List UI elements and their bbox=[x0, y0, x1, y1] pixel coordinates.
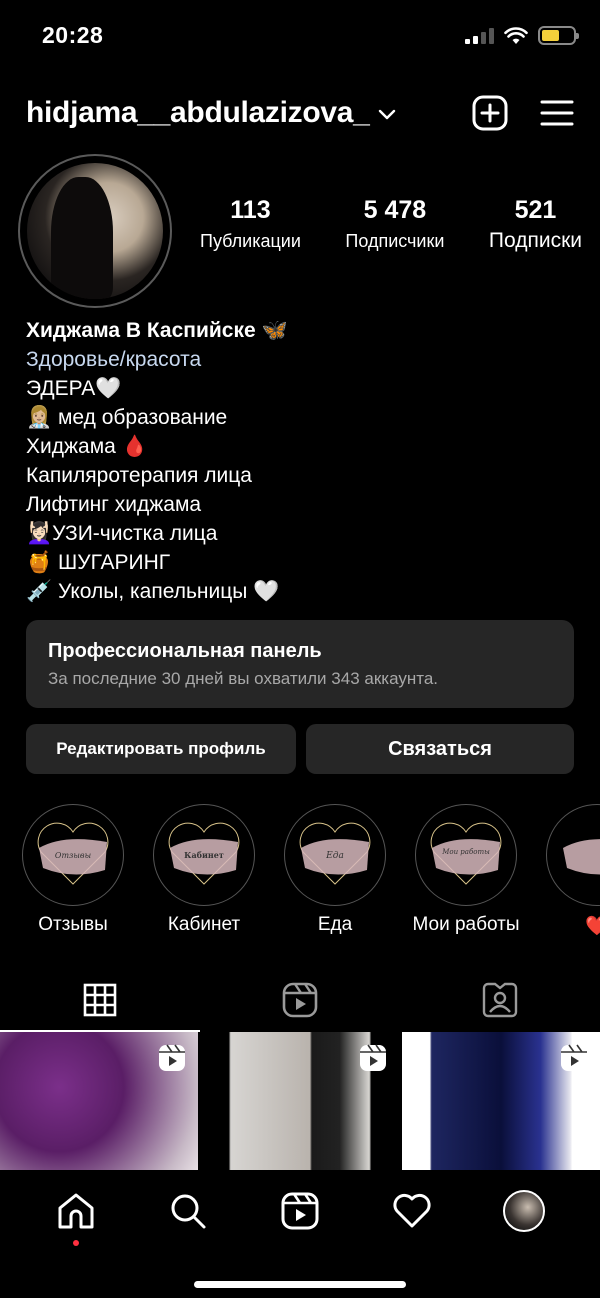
bio-line: 💆🏻‍♀️УЗИ-чистка лица bbox=[26, 522, 218, 545]
bio-line: Лифтинг хиджама bbox=[26, 493, 202, 516]
svg-text:Мои работы: Мои работы bbox=[441, 848, 490, 856]
new-post-icon[interactable] bbox=[472, 95, 508, 131]
highlight-label: Кабинет bbox=[167, 914, 241, 935]
post-thumbnail[interactable] bbox=[0, 1032, 198, 1170]
highlight-my-works[interactable]: Мои работы Мои работы bbox=[411, 804, 521, 936]
following-label: Подписки bbox=[488, 229, 582, 252]
heart-brush-cover-icon: Отзывы bbox=[37, 822, 109, 885]
search-icon bbox=[171, 1194, 206, 1229]
profile-header: hidjama__abdulazizova_ bbox=[26, 88, 574, 138]
followers-count: 5 478 bbox=[363, 196, 427, 224]
stat-posts[interactable]: 113 Публикации bbox=[200, 196, 301, 253]
reel-badge-icon bbox=[159, 1044, 185, 1071]
profile-tabs bbox=[0, 968, 600, 1032]
edit-profile-button[interactable]: Редактировать профиль bbox=[26, 724, 296, 774]
profile-actions: Редактировать профиль Связаться bbox=[26, 724, 574, 774]
username[interactable]: hidjama__abdulazizova_ bbox=[26, 96, 370, 130]
post-thumbnail[interactable] bbox=[201, 1032, 399, 1170]
post-thumbnail[interactable] bbox=[402, 1032, 600, 1170]
avatar-image bbox=[27, 163, 163, 299]
nav-home[interactable] bbox=[46, 1192, 106, 1246]
wifi-icon bbox=[504, 26, 528, 44]
highlight-heart[interactable]: ❤️ bbox=[542, 804, 600, 938]
bottom-navigation bbox=[0, 1170, 600, 1298]
following-count: 521 bbox=[514, 196, 557, 224]
stat-followers[interactable]: 5 478 Подписчики bbox=[345, 196, 444, 253]
cellular-signal-icon bbox=[465, 27, 494, 44]
bio-line: Капиляротерапия лица bbox=[26, 464, 252, 487]
display-name: Хиджама В Каспийске 🦋 bbox=[26, 319, 288, 342]
tab-posts-grid[interactable] bbox=[0, 968, 200, 1032]
profile-stats: 113 Публикации 5 478 Подписчики 521 Подп… bbox=[200, 196, 582, 253]
battery-icon bbox=[538, 26, 579, 45]
posts-count: 113 bbox=[230, 196, 271, 224]
bio-line: ЭДЕРА🤍 bbox=[26, 377, 122, 400]
bio-line: 🍯 ШУГАРИНГ bbox=[26, 551, 171, 574]
highlight-label: Мои работы bbox=[412, 914, 520, 935]
reels-icon bbox=[281, 1192, 319, 1230]
profile-bio: Хиджама В Каспийске 🦋 Здоровье/красота Э… bbox=[26, 316, 586, 606]
tab-tagged[interactable] bbox=[400, 968, 600, 1032]
tagged-person-icon bbox=[482, 982, 518, 1018]
heart-brush-cover-icon: Мои работы bbox=[430, 822, 502, 885]
bio-line: 💉 Уколы, капельницы 🤍 bbox=[26, 580, 280, 603]
home-indicator bbox=[194, 1281, 406, 1288]
highlight-label: Отзывы bbox=[38, 914, 108, 935]
grid-icon bbox=[83, 983, 117, 1017]
heart-icon bbox=[393, 1193, 431, 1228]
status-bar: 20:28 bbox=[0, 0, 600, 70]
notification-dot bbox=[73, 1240, 79, 1246]
chevron-down-icon[interactable] bbox=[378, 109, 396, 121]
dashboard-subtitle: За последние 30 дней вы охватили 343 акк… bbox=[48, 669, 438, 688]
avatar bbox=[503, 1190, 545, 1232]
nav-activity[interactable] bbox=[382, 1193, 442, 1229]
reel-badge-icon bbox=[360, 1044, 386, 1071]
menu-icon[interactable] bbox=[540, 99, 574, 127]
home-icon bbox=[58, 1193, 94, 1229]
nav-reels[interactable] bbox=[270, 1192, 330, 1230]
svg-text:Еда: Еда bbox=[325, 851, 344, 861]
nav-search[interactable] bbox=[158, 1192, 218, 1230]
bio-line: Хиджама 🩸 bbox=[26, 435, 148, 458]
heart-brush-cover-icon: Кабинет bbox=[168, 822, 240, 885]
posts-grid bbox=[0, 1032, 600, 1170]
dashboard-title: Профессиональная панель bbox=[48, 640, 322, 662]
posts-label: Публикации bbox=[200, 231, 301, 251]
story-highlights: Отзывы Отзывы Кабинет Кабинет Еда Еда Мо… bbox=[0, 804, 600, 944]
nav-profile[interactable] bbox=[494, 1190, 554, 1232]
contact-button[interactable]: Связаться bbox=[306, 724, 574, 774]
tab-reels[interactable] bbox=[200, 968, 400, 1032]
highlight-office[interactable]: Кабинет Кабинет bbox=[149, 804, 259, 936]
heart-brush-cover-icon: Еда bbox=[299, 822, 371, 885]
bio-line: 👩🏼‍⚕️ мед образование bbox=[26, 406, 228, 429]
svg-text:Отзывы: Отзывы bbox=[55, 851, 91, 860]
svg-text:Кабинет: Кабинет bbox=[184, 850, 224, 860]
stat-following[interactable]: 521 Подписки bbox=[489, 196, 582, 253]
highlight-reviews[interactable]: Отзывы Отзывы bbox=[18, 804, 128, 936]
highlight-label: ❤️ bbox=[585, 916, 600, 937]
heart-brush-cover-icon bbox=[563, 839, 600, 875]
reels-icon bbox=[282, 982, 318, 1018]
highlight-label: Еда bbox=[317, 914, 353, 935]
status-icons bbox=[465, 26, 579, 45]
profile-avatar[interactable] bbox=[18, 154, 172, 308]
status-time: 20:28 bbox=[42, 22, 104, 48]
professional-dashboard[interactable]: Профессиональная панель За последние 30 … bbox=[26, 620, 574, 708]
followers-label: Подписчики bbox=[345, 231, 445, 251]
highlight-food[interactable]: Еда Еда bbox=[280, 804, 390, 936]
reel-badge-icon bbox=[561, 1044, 587, 1071]
profile-category: Здоровье/красота bbox=[26, 348, 202, 371]
